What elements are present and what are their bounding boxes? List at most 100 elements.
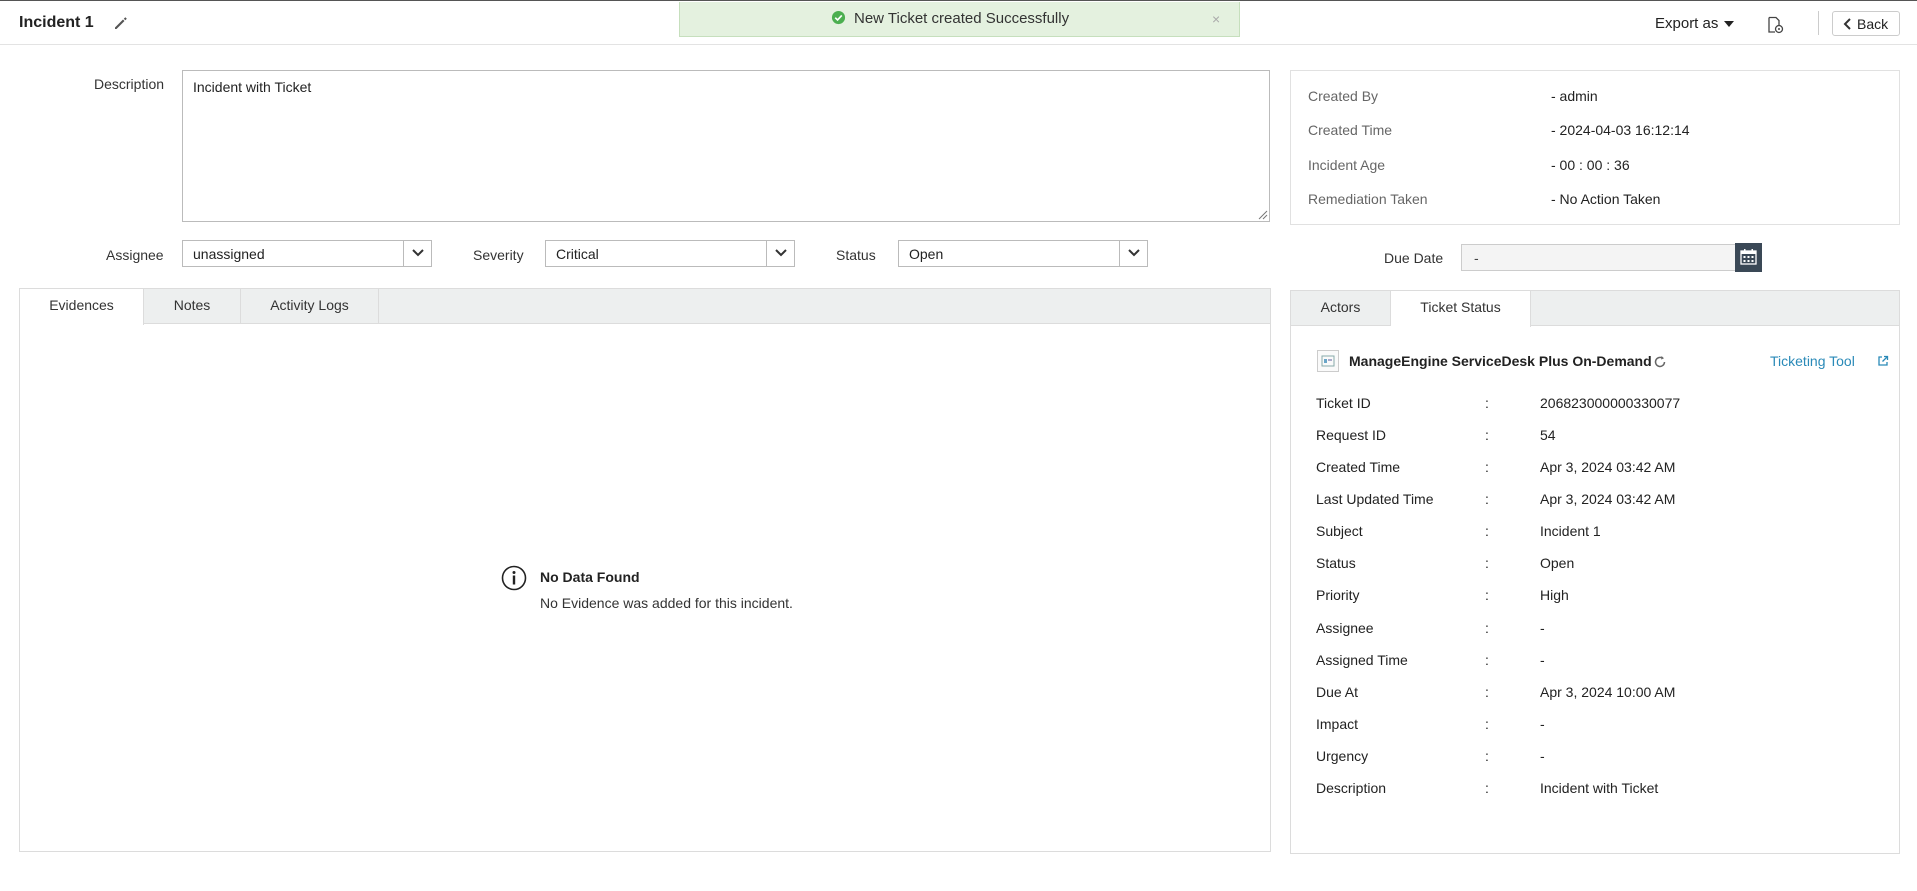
chevron-down-icon	[1119, 241, 1147, 266]
status-select[interactable]: Open	[898, 240, 1148, 267]
tab-notes[interactable]: Notes	[144, 289, 241, 324]
field-separator: :	[1485, 716, 1489, 732]
incident-info-panel: Created By - admin Created Time - 2024-0…	[1290, 70, 1900, 225]
severity-value: Critical	[556, 246, 599, 262]
ticket-field-key: Due At	[1316, 684, 1359, 700]
tab-label: Actors	[1320, 299, 1361, 315]
description-label: Description	[94, 76, 165, 92]
info-label: Remediation Taken	[1308, 191, 1428, 207]
ticketing-tool-link[interactable]: Ticketing Tool	[1770, 353, 1855, 369]
severity-select[interactable]: Critical	[545, 240, 795, 267]
tab-label: Activity Logs	[270, 297, 349, 313]
report-settings-icon[interactable]	[1766, 16, 1784, 34]
ticket-field-key: Priority	[1316, 587, 1360, 603]
ticket-field-value: Open	[1540, 555, 1575, 571]
export-as-dropdown[interactable]: Export as	[1655, 15, 1735, 32]
header-divider	[1818, 11, 1819, 35]
field-separator: :	[1485, 652, 1489, 668]
ticket-field-key: Assigned Time	[1316, 652, 1408, 668]
toast-message: New Ticket created Successfully	[854, 10, 1070, 27]
ticket-field-key: Request ID	[1316, 427, 1387, 443]
calendar-button[interactable]	[1735, 243, 1762, 272]
ticket-field-key: Created Time	[1316, 459, 1401, 475]
ticket-field-key: Status	[1316, 555, 1356, 571]
tab-activity-logs[interactable]: Activity Logs	[241, 289, 379, 324]
assignee-select[interactable]: unassigned	[182, 240, 432, 267]
success-toast: New Ticket created Successfully ×	[679, 2, 1240, 37]
ticket-field-key: Impact	[1316, 716, 1359, 732]
ticket-field-key: Subject	[1316, 523, 1363, 539]
field-separator: :	[1485, 620, 1489, 636]
field-separator: :	[1485, 587, 1489, 603]
info-value: - 00 : 00 : 36	[1551, 157, 1630, 173]
export-as-label: Export as	[1655, 15, 1719, 32]
assignee-label: Assignee	[106, 247, 164, 263]
field-separator: :	[1485, 523, 1489, 539]
evidence-panel: Evidences Notes Activity Logs No Data Fo…	[19, 288, 1271, 852]
assignee-value: unassigned	[193, 246, 265, 262]
right-tab-strip: Actors Ticket Status	[1291, 291, 1899, 327]
description-textarea[interactable]: Incident with Ticket	[182, 70, 1270, 222]
ticket-field-value: -	[1540, 748, 1545, 764]
info-label: Created By	[1308, 88, 1379, 104]
ticket-field-key: Assignee	[1316, 620, 1374, 636]
toast-close-button[interactable]: ×	[1212, 11, 1220, 27]
info-label: Created Time	[1308, 122, 1393, 138]
info-label: Incident Age	[1308, 157, 1386, 173]
calendar-icon	[1740, 249, 1757, 265]
status-value: Open	[909, 246, 944, 262]
ticket-field-value: 206823000000330077	[1540, 395, 1681, 411]
chevron-down-icon	[403, 241, 431, 266]
field-separator: :	[1485, 555, 1489, 571]
ticket-panel: Actors Ticket Status ManageEngine Servic…	[1290, 290, 1900, 854]
tab-ticket-status[interactable]: Ticket Status	[1391, 291, 1531, 327]
resize-handle-icon[interactable]	[1256, 208, 1268, 220]
field-separator: :	[1485, 748, 1489, 764]
status-label: Status	[836, 247, 876, 263]
info-icon	[501, 565, 527, 591]
page-header: Incident 1 New Ticket created Successful…	[0, 1, 1917, 45]
field-separator: :	[1485, 684, 1489, 700]
caret-down-icon	[1724, 21, 1735, 28]
left-tab-strip: Evidences Notes Activity Logs	[20, 289, 1270, 325]
field-separator: :	[1485, 459, 1489, 475]
ticket-field-value: -	[1540, 652, 1545, 668]
ticketing-tool-name: ManageEngine ServiceDesk Plus On-Demand	[1349, 353, 1652, 369]
ticket-field-key: Last Updated Time	[1316, 491, 1434, 507]
ticket-field-value: Apr 3, 2024 03:42 AM	[1540, 459, 1676, 475]
empty-state-message: No Evidence was added for this incident.	[540, 595, 793, 611]
field-separator: :	[1485, 491, 1489, 507]
pencil-icon[interactable]	[113, 15, 129, 31]
severity-label: Severity	[473, 247, 524, 263]
tab-evidences[interactable]: Evidences	[20, 289, 144, 325]
ticket-field-value: 54	[1540, 427, 1556, 443]
chevron-left-icon	[1843, 18, 1851, 30]
ticket-field-value: -	[1540, 620, 1545, 636]
ticket-field-value: Incident 1	[1540, 523, 1601, 539]
external-link-icon[interactable]	[1877, 355, 1889, 367]
ticket-field-value: Incident with Ticket	[1540, 780, 1659, 796]
back-button[interactable]: Back	[1832, 11, 1900, 36]
due-date-value: -	[1474, 250, 1479, 266]
info-value: - No Action Taken	[1551, 191, 1661, 207]
field-separator: :	[1485, 427, 1489, 443]
due-date-input[interactable]: -	[1461, 244, 1736, 271]
tab-actors[interactable]: Actors	[1291, 291, 1391, 326]
ticket-field-value: High	[1540, 587, 1569, 603]
refresh-icon[interactable]	[1653, 355, 1667, 369]
check-circle-icon	[831, 10, 846, 25]
info-value: - admin	[1551, 88, 1598, 104]
ticket-field-value: -	[1540, 716, 1545, 732]
ticket-field-value: Apr 3, 2024 10:00 AM	[1540, 684, 1676, 700]
ticket-field-value: Apr 3, 2024 03:42 AM	[1540, 491, 1676, 507]
field-separator: :	[1485, 395, 1489, 411]
info-value: - 2024-04-03 16:12:14	[1551, 122, 1690, 138]
ticket-field-key: Urgency	[1316, 748, 1369, 764]
tab-label: Ticket Status	[1420, 299, 1501, 315]
due-date-label: Due Date	[1384, 250, 1444, 266]
tab-label: Notes	[173, 297, 211, 313]
ticket-field-key: Ticket ID	[1316, 395, 1371, 411]
chevron-down-icon	[766, 241, 794, 266]
field-separator: :	[1485, 780, 1489, 796]
back-label: Back	[1857, 16, 1889, 32]
